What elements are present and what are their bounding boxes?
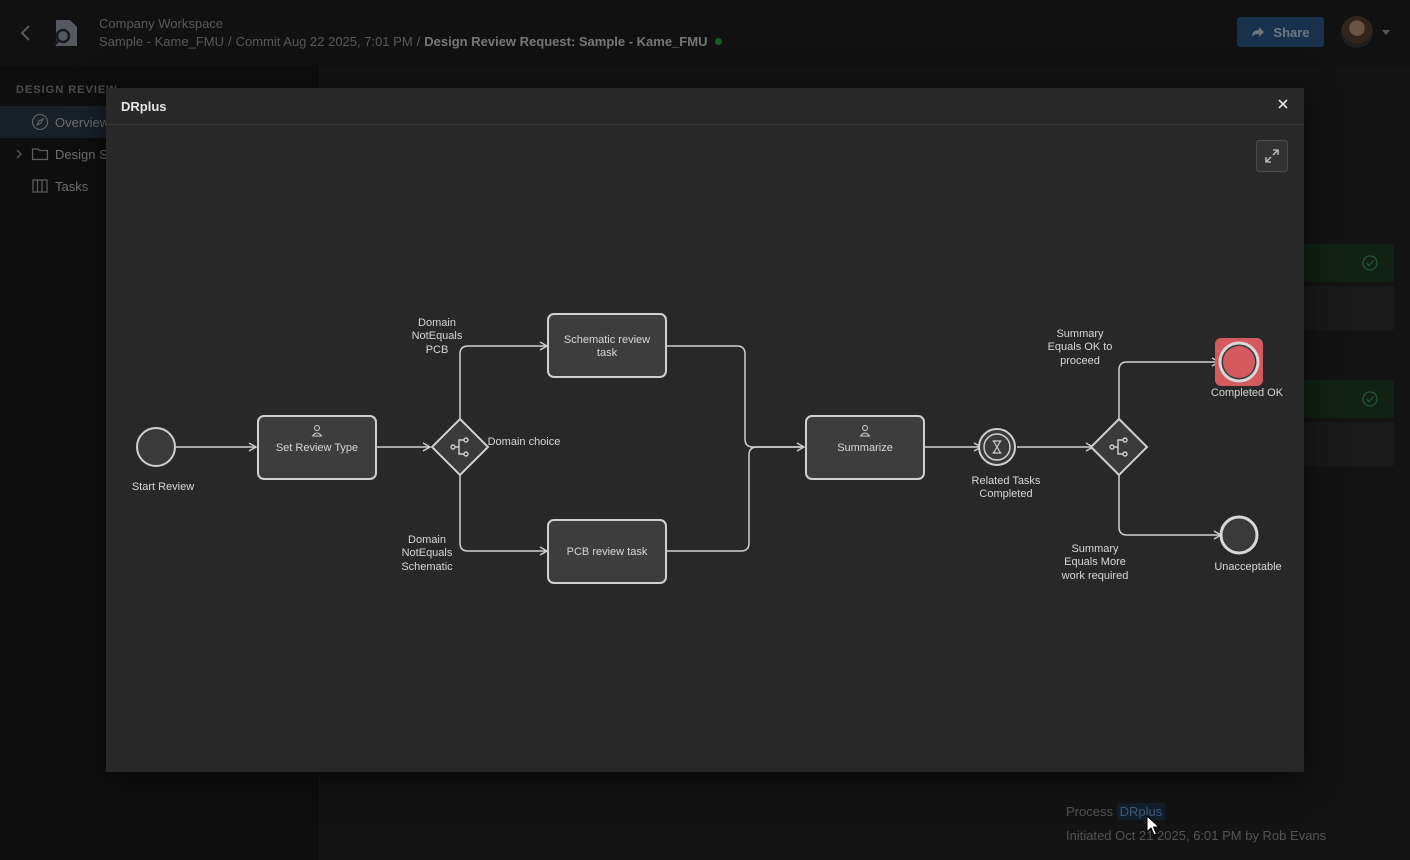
condition-line: Domain — [408, 534, 446, 546]
condition-ok-to-proceed: Summary Equals OK to proceed — [1048, 328, 1113, 367]
condition-line: proceed — [1060, 355, 1100, 367]
task-label: Set Review Type — [276, 442, 358, 454]
flow-to-schematic — [459, 346, 547, 419]
condition-line: Domain — [418, 317, 456, 329]
bpmn-diagram: Start Review Set Review Type Domain choi… — [132, 313, 1284, 584]
condition-line: Equals OK to — [1048, 341, 1113, 353]
flow-to-pcb — [459, 475, 547, 551]
end-event-label: Unacceptable — [1214, 561, 1281, 573]
condition-line: PCB — [426, 344, 449, 356]
event-label: Completed — [979, 488, 1032, 500]
condition-line: NotEquals — [412, 330, 463, 342]
task-summarize[interactable]: Summarize — [805, 415, 925, 480]
task-label: PCB review task — [567, 546, 648, 558]
condition-line: Summary — [1056, 328, 1104, 340]
start-event[interactable] — [136, 427, 176, 467]
condition-more-work: Summary Equals More work required — [1061, 543, 1129, 582]
event-label: Related Tasks — [972, 475, 1041, 487]
exclusive-gateway-summary[interactable] — [1089, 417, 1149, 477]
task-label: task — [597, 347, 618, 359]
flow-to-unacceptable — [1118, 475, 1221, 535]
end-event-unacceptable[interactable] — [1219, 515, 1259, 555]
intermediate-event-related-tasks[interactable] — [978, 428, 1016, 466]
mouse-cursor-icon — [1146, 815, 1160, 836]
task-schematic-review[interactable]: Schematic review task — [547, 313, 667, 378]
condition-line: work required — [1061, 570, 1129, 582]
end-event-completed-ok[interactable] — [1215, 338, 1263, 386]
condition-line: NotEquals — [402, 547, 453, 559]
condition-not-schematic: Domain NotEquals Schematic — [401, 534, 453, 573]
condition-line: Schematic — [401, 561, 453, 573]
flow-pcb-to-summarize — [667, 446, 804, 552]
task-pcb-review[interactable]: PCB review task — [547, 519, 667, 584]
task-label: Summarize — [837, 442, 893, 454]
end-event-label: Completed OK — [1211, 387, 1284, 399]
gateway-label: Domain choice — [488, 436, 561, 448]
condition-not-pcb: Domain NotEquals PCB — [412, 317, 463, 356]
task-label: Schematic review — [564, 334, 650, 346]
task-set-review-type[interactable]: Set Review Type — [257, 415, 377, 480]
process-diagram-modal: DRplus Start Review Set Review Type Doma… — [106, 88, 1304, 772]
condition-line: Summary — [1071, 543, 1119, 555]
start-event-label: Start Review — [132, 481, 194, 493]
exclusive-gateway-domain[interactable] — [430, 417, 490, 477]
condition-line: Equals More — [1064, 556, 1126, 568]
flow-schematic-to-summarize — [667, 345, 804, 447]
flow-to-completed-ok — [1118, 362, 1219, 419]
